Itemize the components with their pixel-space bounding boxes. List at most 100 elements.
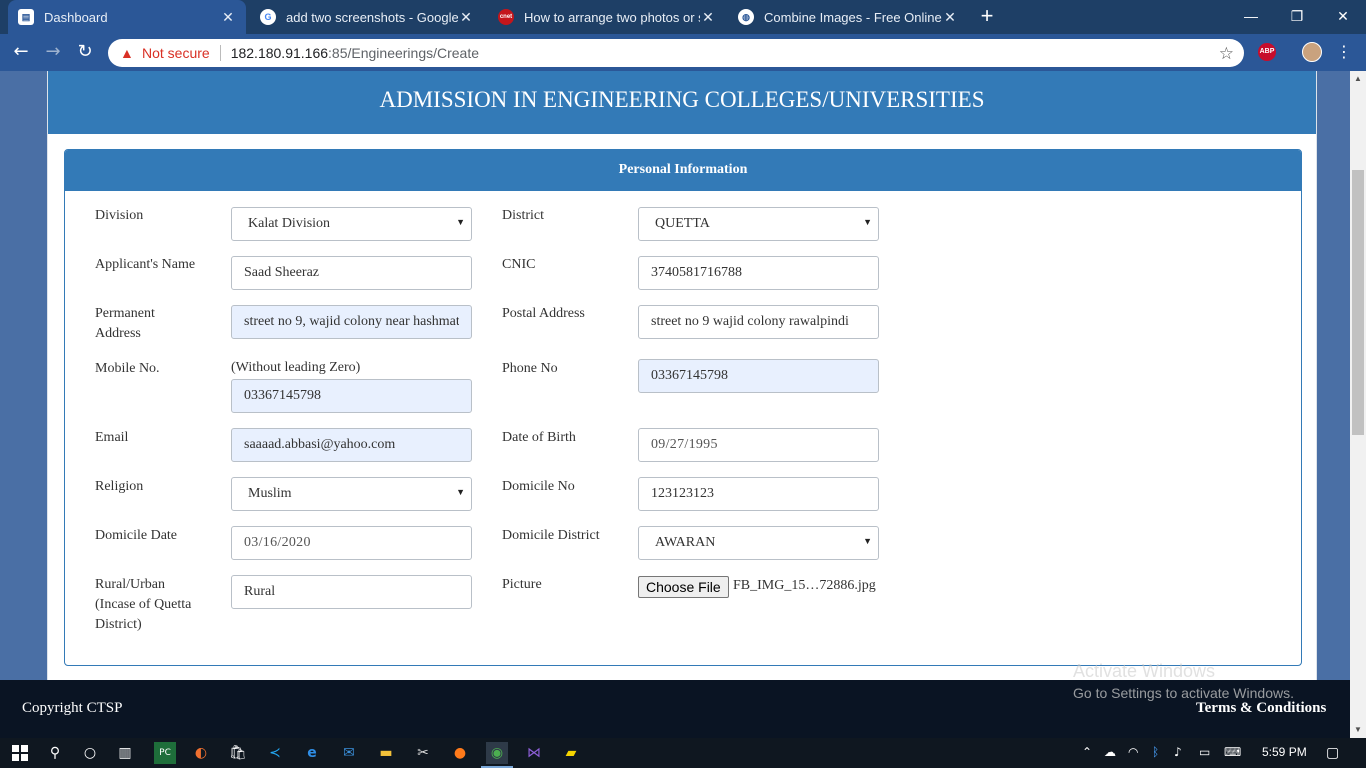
url-path[interactable]: :85/Engineerings/Create (328, 45, 479, 61)
district-value: QUETTA (655, 216, 710, 231)
religion-label: Religion (95, 479, 144, 494)
label-line: Rural/Urban (95, 577, 165, 592)
close-icon[interactable]: ✕ (220, 9, 236, 26)
label-line: (Incase of Quetta (95, 597, 192, 612)
security-status[interactable]: Not secure (142, 45, 210, 61)
reload-icon[interactable]: ↻ (72, 40, 98, 64)
email-input[interactable]: saaaad.abbasi@yahoo.com (231, 428, 472, 462)
restore-button[interactable]: ❐ (1274, 4, 1320, 28)
choose-file-button[interactable]: Choose File (638, 576, 729, 598)
label-line: District) (95, 617, 142, 632)
cnic-input[interactable]: 3740581716788 (638, 256, 879, 290)
action-center-icon[interactable]: ▢ (1326, 745, 1339, 761)
snipping-tool-icon[interactable]: ✂ (412, 742, 434, 764)
window-close-button[interactable]: ✕ (1320, 4, 1366, 28)
taskbar-clock[interactable]: 5:59 PM (1262, 745, 1307, 759)
close-icon[interactable]: ✕ (942, 9, 958, 26)
mobile-input[interactable]: 03367145798 (231, 379, 472, 413)
phone-input[interactable]: 03367145798 (638, 359, 879, 393)
task-view-icon[interactable]: ▥ (114, 742, 136, 764)
email-value: saaaad.abbasi@yahoo.com (244, 437, 396, 452)
permanent-address-input[interactable]: street no 9, wajid colony near hashmat (231, 305, 472, 339)
pycharm-icon[interactable]: PC (154, 742, 176, 764)
edge-icon[interactable]: e (301, 742, 323, 764)
religion-select[interactable]: Muslim ▼ (231, 477, 472, 511)
applicant-name-value: Saad Sheeraz (244, 265, 320, 280)
close-icon[interactable]: ✕ (700, 9, 716, 26)
profile-avatar[interactable] (1302, 42, 1322, 62)
tab-title: Dashboard (44, 9, 108, 25)
app-icon[interactable]: ◐ (190, 742, 212, 764)
vscode-icon[interactable]: ≺ (264, 742, 286, 764)
domicile-date-input[interactable]: 03/16/2020 (231, 526, 472, 560)
globe-icon: ◍ (738, 9, 754, 25)
mail-icon[interactable]: ✉ (338, 742, 360, 764)
domicile-district-select[interactable]: AWARAN ▼ (638, 526, 879, 560)
permanent-address-value: street no 9, wajid colony near hashmat (244, 314, 459, 329)
activate-windows-hint: Go to Settings to activate Windows. (1073, 685, 1294, 701)
rural-urban-input[interactable]: Rural (231, 575, 472, 609)
new-tab-button[interactable]: + (976, 5, 998, 27)
address-bar[interactable]: ▲ Not secure 182.180.91.166 :85/Engineer… (108, 39, 1244, 67)
menu-kebab-icon[interactable]: ⋮ (1336, 42, 1352, 61)
cnic-label: CNIC (502, 257, 536, 272)
scroll-down-arrow-icon[interactable]: ▼ (1350, 722, 1366, 738)
dropdown-arrow-icon: ▼ (863, 536, 872, 546)
keyboard-icon[interactable]: ⌨ (1224, 745, 1241, 759)
postal-address-input[interactable]: street no 9 wajid colony rawalpindi (638, 305, 879, 339)
minimize-button[interactable]: — (1228, 4, 1274, 28)
tab-title: add two screenshots - Google Se (286, 9, 458, 25)
back-arrow-icon[interactable]: ← (8, 40, 34, 64)
scroll-up-arrow-icon[interactable]: ▲ (1350, 71, 1366, 87)
bookmark-star-icon[interactable]: ☆ (1219, 44, 1234, 64)
windows-taskbar: ⚲ ○ ▥ PC ◐ 🛍 ≺ e ✉ ▬ ✂ ● ◉ ⋈ ▰ ⌃ ☁ ◠ ᛒ ♪… (0, 738, 1366, 768)
warning-icon[interactable]: ▲ (120, 45, 136, 61)
search-icon[interactable]: ⚲ (44, 742, 66, 764)
show-hidden-icons-icon[interactable]: ⌃ (1082, 745, 1092, 759)
mobile-label: Mobile No. (95, 361, 160, 376)
phone-label: Phone No (502, 361, 558, 376)
applicant-name-input[interactable]: Saad Sheeraz (231, 256, 472, 290)
tab-dashboard[interactable]: ▤ Dashboard ✕ (8, 0, 246, 34)
battery-icon[interactable]: ▭ (1199, 745, 1210, 759)
domicile-no-input[interactable]: 123123123 (638, 477, 879, 511)
permanent-address-label: Permanent Address (95, 304, 155, 344)
district-select[interactable]: QUETTA ▼ (638, 207, 879, 241)
domicile-district-value: AWARAN (655, 535, 716, 550)
visual-studio-icon[interactable]: ⋈ (523, 742, 545, 764)
store-icon[interactable]: 🛍 (227, 742, 249, 764)
mobile-value: 03367145798 (244, 388, 321, 403)
cortana-icon[interactable]: ○ (79, 742, 101, 764)
religion-value: Muslim (248, 486, 292, 501)
sticky-notes-icon[interactable]: ▰ (560, 742, 582, 764)
url-host[interactable]: 182.180.91.166 (231, 45, 328, 61)
forward-arrow-icon[interactable]: → (40, 40, 66, 64)
tab-cnet[interactable]: cnet How to arrange two photos or sc ✕ (488, 0, 726, 34)
windows-start-icon[interactable] (9, 742, 31, 764)
wifi-icon[interactable]: ◠ (1128, 745, 1138, 759)
close-icon[interactable]: ✕ (458, 9, 474, 26)
onedrive-cloud-icon[interactable]: ☁ (1104, 745, 1116, 759)
picture-label: Picture (502, 577, 542, 592)
chrome-icon[interactable]: ◉ (481, 742, 513, 768)
terms-conditions-link[interactable]: Terms & Conditions (1196, 700, 1326, 717)
bluetooth-icon[interactable]: ᛒ (1152, 745, 1159, 759)
tab-combine-images[interactable]: ◍ Combine Images - Free Online To ✕ (728, 0, 968, 34)
firefox-icon[interactable]: ● (449, 742, 471, 764)
postal-address-value: street no 9 wajid colony rawalpindi (651, 314, 849, 329)
file-explorer-icon[interactable]: ▬ (375, 742, 397, 764)
scrollbar-thumb[interactable] (1352, 170, 1364, 435)
adblock-plus-icon[interactable]: ABP (1258, 43, 1276, 61)
activate-windows-watermark: Activate Windows (1073, 661, 1216, 681)
dropdown-arrow-icon: ▼ (456, 487, 465, 497)
domicile-date-value: 03/16/2020 (244, 535, 311, 550)
volume-icon[interactable]: ♪ (1174, 745, 1182, 759)
dob-input[interactable]: 09/27/1995 (638, 428, 879, 462)
document-icon: ▤ (18, 9, 34, 25)
label-line: Permanent (95, 306, 155, 321)
google-icon: G (260, 9, 276, 25)
division-select[interactable]: Kalat Division ▼ (231, 207, 472, 241)
page-viewport: ADMISSION IN ENGINEERING COLLEGES/UNIVER… (0, 71, 1350, 680)
tab-google-search[interactable]: G add two screenshots - Google Se ✕ (250, 0, 484, 34)
cnet-icon: cnet (498, 9, 514, 25)
